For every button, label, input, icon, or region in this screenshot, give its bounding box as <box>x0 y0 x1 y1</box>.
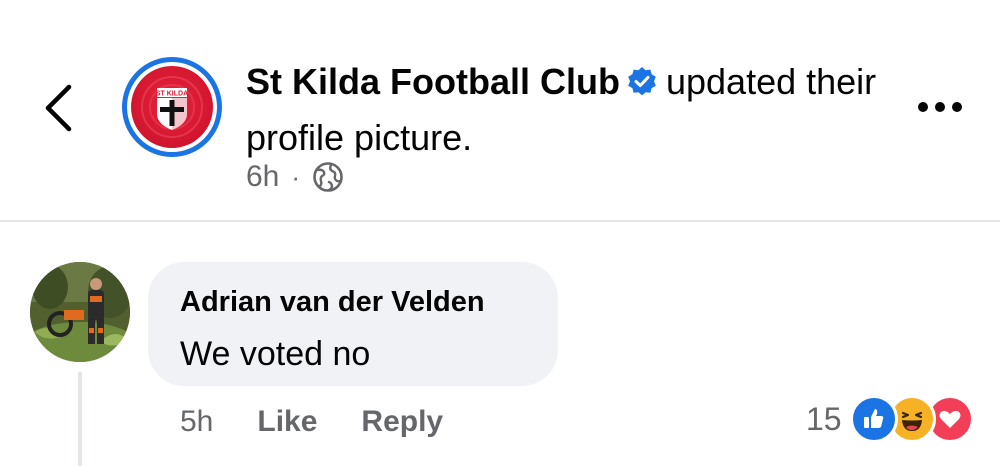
post-header-text: St Kilda Football Club updated their pro… <box>246 56 886 164</box>
page-name-link[interactable]: St Kilda Football Club <box>246 61 620 102</box>
chevron-left-icon <box>45 84 72 132</box>
meta-separator: · <box>291 161 301 192</box>
more-options-button[interactable] <box>910 92 970 122</box>
like-button[interactable]: Like <box>257 405 317 439</box>
comment-timestamp[interactable]: 5h <box>180 405 213 439</box>
reply-button[interactable]: Reply <box>361 405 443 439</box>
comment-text: We voted no <box>180 335 371 373</box>
like-reaction-icon <box>849 395 898 443</box>
post-timestamp[interactable]: 6h <box>246 160 279 194</box>
post-view: ST KILDA St Kilda Football Club updated … <box>0 0 1000 466</box>
comment-bubble[interactable]: Adrian van der Velden We voted no <box>148 262 558 386</box>
reaction-icons <box>849 395 974 443</box>
verified-badge-icon <box>626 60 658 112</box>
post-meta: 6h · <box>246 157 344 197</box>
thread-line <box>78 372 82 466</box>
divider <box>0 220 1000 222</box>
back-button[interactable] <box>34 78 82 138</box>
commenter-avatar[interactable] <box>30 262 130 362</box>
reaction-summary[interactable]: 15 <box>806 395 974 443</box>
comment-author[interactable]: Adrian van der Velden <box>180 284 526 320</box>
globe-icon <box>313 162 343 192</box>
club-logo: ST KILDA <box>131 66 213 148</box>
comment-actions: 5h Like Reply <box>180 400 487 444</box>
more-horizontal-icon <box>918 102 928 112</box>
page-avatar[interactable]: ST KILDA <box>122 57 222 157</box>
svg-text:ST KILDA: ST KILDA <box>156 91 188 98</box>
reaction-count: 15 <box>806 400 842 437</box>
